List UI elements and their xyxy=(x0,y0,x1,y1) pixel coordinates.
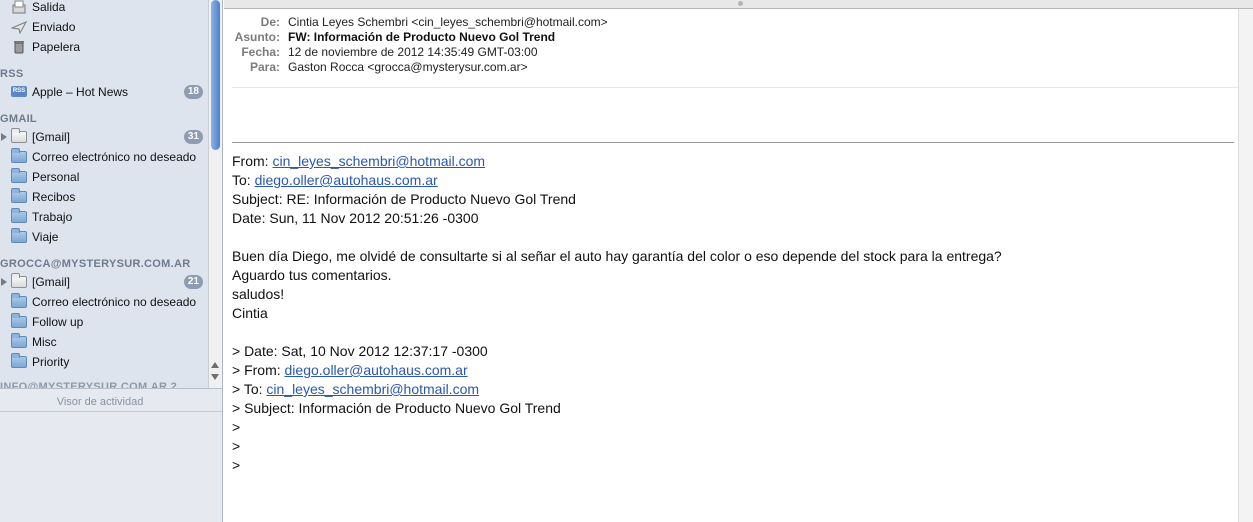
unread-count-badge: 18 xyxy=(183,85,203,99)
resize-grip-icon[interactable] xyxy=(738,1,743,6)
activity-viewer-title: Visor de actividad xyxy=(56,396,144,408)
outbox-icon xyxy=(11,0,27,14)
scroll-up-arrow-icon[interactable] xyxy=(211,362,219,368)
folder-icon xyxy=(11,168,27,183)
folder-label: [Gmail] xyxy=(32,130,71,144)
account-folder-junk[interactable]: Correo electrónico no deseado xyxy=(0,292,207,312)
quoted-date-line: > Date: Sat, 10 Nov 2012 12:37:17 -0300 xyxy=(232,343,488,359)
folder-icon xyxy=(11,273,27,288)
mailbox-label: Enviado xyxy=(32,20,76,34)
folder-icon xyxy=(11,333,27,348)
scroll-down-arrow-icon[interactable] xyxy=(211,374,219,380)
header-value: FW: Información de Producto Nuevo Gol Tr… xyxy=(288,30,556,44)
disclosure-triangle-icon[interactable] xyxy=(1,133,7,141)
split-resize-bar[interactable] xyxy=(224,0,1253,9)
account-gmail-root-folder[interactable]: [Gmail] 21 xyxy=(0,272,207,292)
body-to-line: To: diego.oller@autohaus.com.ar xyxy=(232,172,438,188)
email-link[interactable]: cin_leyes_schembri@hotmail.com xyxy=(266,381,479,397)
quote-marker: > xyxy=(232,457,241,473)
gmail-folder-trabajo[interactable]: Trabajo xyxy=(0,207,207,227)
folder-label: [Gmail] xyxy=(32,275,71,289)
divider xyxy=(0,411,222,412)
gmail-section-header[interactable]: GMAIL xyxy=(0,113,37,125)
message-viewer: De: Cintia Leyes Schembri <cin_leyes_sch… xyxy=(224,0,1253,522)
mailbox-trash[interactable]: Papelera xyxy=(0,37,207,57)
folder-icon xyxy=(11,293,27,308)
body-date-line: Date: Sun, 11 Nov 2012 20:51:26 -0300 xyxy=(232,210,479,226)
header-label: De: xyxy=(260,15,280,29)
email-link[interactable]: diego.oller@autohaus.com.ar xyxy=(285,362,468,378)
mailbox-outbox[interactable]: Salida xyxy=(0,0,207,17)
header-label: Asunto: xyxy=(234,30,280,44)
message-scrollbar[interactable] xyxy=(1238,9,1253,522)
mailbox-label: Papelera xyxy=(32,40,81,54)
email-link[interactable]: diego.oller@autohaus.com.ar xyxy=(255,172,438,188)
quote-marker: > xyxy=(232,419,241,435)
quote-marker: > xyxy=(232,438,241,454)
trash-icon xyxy=(11,40,27,54)
folder-label: Priority xyxy=(32,355,70,369)
folder-icon xyxy=(11,228,27,243)
header-divider xyxy=(232,87,1238,88)
rss-section-header[interactable]: RSS xyxy=(0,68,24,80)
folder-label: Personal xyxy=(32,170,80,184)
header-label: Fecha: xyxy=(241,45,280,59)
folder-icon xyxy=(11,148,27,163)
body-subject-line: Subject: RE: Información de Producto Nue… xyxy=(232,191,576,207)
body-paragraph-line: Cintia xyxy=(232,305,268,321)
body-paragraph-line: Aguardo tus comentarios. xyxy=(232,267,392,283)
unread-count-badge: 21 xyxy=(183,275,203,289)
unread-count-badge: 31 xyxy=(183,130,203,144)
header-value[interactable]: Cintia Leyes Schembri <cin_leyes_schembr… xyxy=(288,15,608,29)
quoted-subject-line: > Subject: Información de Producto Nuevo… xyxy=(232,400,561,416)
sidebar-scrollbar-thumb[interactable] xyxy=(211,0,220,150)
header-value: 12 de noviembre de 2012 14:35:49 GMT-03:… xyxy=(288,45,538,59)
folder-icon xyxy=(11,313,27,328)
gmail-folder-recibos[interactable]: Recibos xyxy=(0,187,207,207)
rss-feed-label: Apple – Hot News xyxy=(32,85,129,99)
mailbox-sent[interactable]: Enviado xyxy=(0,17,207,37)
header-label: Para: xyxy=(249,60,280,74)
body-paragraph-line: saludos! xyxy=(232,286,285,302)
quoted-from-line: > From: diego.oller@autohaus.com.ar xyxy=(232,362,468,378)
quoted-to-line: > To: cin_leyes_schembri@hotmail.com xyxy=(232,381,480,397)
forward-divider xyxy=(232,142,1234,143)
account-folder-follow-up[interactable]: Follow up xyxy=(0,312,207,332)
sent-icon xyxy=(10,20,28,35)
folder-label: Misc xyxy=(32,335,57,349)
folder-label: Correo electrónico no deseado xyxy=(32,295,197,309)
gmail-root-folder[interactable]: [Gmail] 31 xyxy=(0,127,207,147)
gmail-folder-junk[interactable]: Correo electrónico no deseado xyxy=(0,147,207,167)
account-section-header[interactable]: GROCCA@MYSTERYSUR.COM.AR xyxy=(0,258,190,270)
folder-icon xyxy=(11,353,27,368)
rss-icon: RSS xyxy=(11,85,27,98)
mailbox-label: Salida xyxy=(32,0,66,14)
rss-feed-apple-hot-news[interactable]: RSS Apple – Hot News 18 xyxy=(0,82,207,102)
folder-icon xyxy=(11,208,27,223)
account-folder-misc[interactable]: Misc xyxy=(0,332,207,352)
folder-label: Follow up xyxy=(32,315,84,329)
header-value[interactable]: Gaston Rocca <grocca@mysterysur.com.ar> xyxy=(288,60,528,74)
body-paragraph-line: Buen día Diego, me olvidé de consultarte… xyxy=(232,248,1002,264)
gmail-folder-personal[interactable]: Personal xyxy=(0,167,207,187)
disclosure-triangle-icon[interactable] xyxy=(1,278,7,286)
activity-viewer: Visor de actividad xyxy=(0,388,222,522)
folder-label: Viaje xyxy=(32,230,59,244)
sidebar-scrollbar[interactable] xyxy=(208,0,222,388)
gmail-folder-viaje[interactable]: Viaje xyxy=(0,227,207,247)
email-link[interactable]: cin_leyes_schembri@hotmail.com xyxy=(272,153,485,169)
folder-label: Trabajo xyxy=(32,210,73,224)
folder-icon xyxy=(11,188,27,203)
body-from-line: From: cin_leyes_schembri@hotmail.com xyxy=(232,153,486,169)
mailbox-sidebar: Salida Enviado Papelera RSS RSS Apple – … xyxy=(0,0,223,522)
folder-label: Correo electrónico no deseado xyxy=(32,150,197,164)
account-folder-priority[interactable]: Priority xyxy=(0,352,207,372)
folder-icon xyxy=(11,128,27,143)
folder-label: Recibos xyxy=(32,190,76,204)
